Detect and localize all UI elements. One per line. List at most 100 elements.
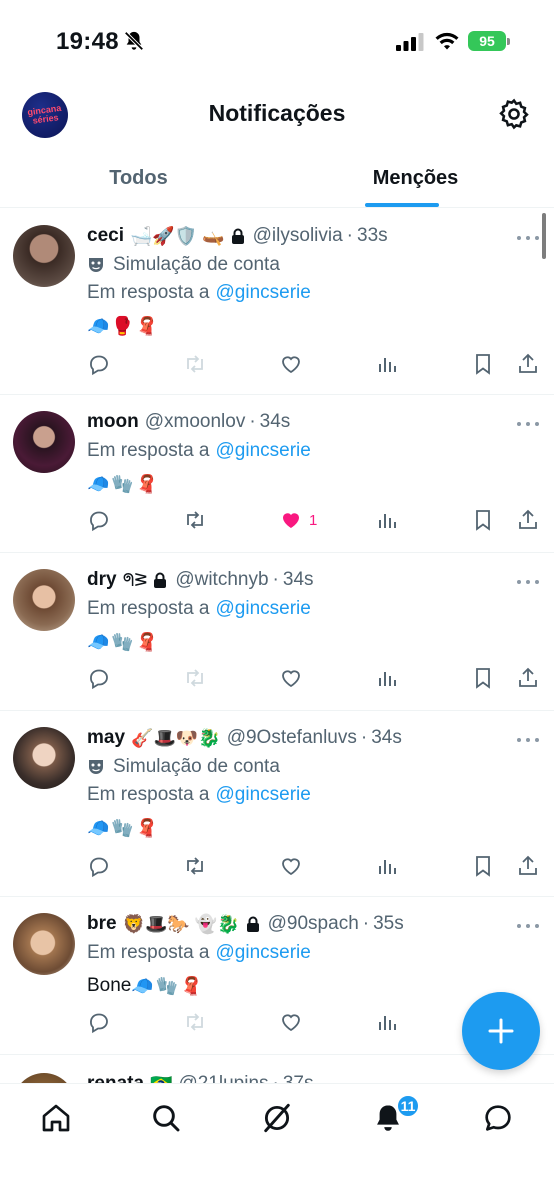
analytics-icon [379,860,396,874]
share-button[interactable] [516,851,540,881]
share-button[interactable] [516,505,540,535]
like-button[interactable]: 1 [279,505,317,535]
avatar[interactable] [13,569,75,631]
bookmark-icon [476,856,490,877]
mentions-feed[interactable]: ceci 🛁🚀🛡️ 🛶 @ilysolivia · 33s Simulação … [0,209,554,1083]
battery-level: 95 [479,33,495,49]
separator: · [346,225,353,246]
share-icon [519,667,537,687]
repost-icon [187,355,203,373]
analytics-icon [379,358,396,372]
reply-handle-link[interactable]: @gincserie [216,784,311,806]
reply-handle-link[interactable]: @gincserie [216,440,311,462]
bookmark-button[interactable] [471,663,495,693]
more-options-icon[interactable] [516,417,540,431]
name-emojis: ᖗᕒ [122,569,148,590]
share-icon [519,353,537,373]
share-button[interactable] [516,349,540,379]
like-button[interactable] [279,851,309,881]
user-handle[interactable]: @9Ostefanluvs [227,727,357,749]
reply-prefix: Em resposta a [87,942,210,963]
gear-icon[interactable] [497,97,531,131]
repost-icon [187,1013,203,1031]
repost-button[interactable] [183,505,207,535]
separator: · [249,411,256,432]
nav-grok[interactable] [257,1098,297,1138]
notification-post[interactable]: ceci 🛁🚀🛡️ 🛶 @ilysolivia · 33s Simulação … [0,209,554,395]
separator: · [362,913,370,934]
reply-button[interactable] [87,1007,111,1037]
like-button[interactable] [279,663,309,693]
battery-indicator: 95 [468,31,510,51]
views-button[interactable] [375,1007,399,1037]
heart-filled-icon [283,513,299,528]
post-content: 🧢🥊🧣 [87,315,161,336]
reply-prefix: Em resposta a [87,784,210,805]
nav-search[interactable] [146,1098,186,1138]
notification-post[interactable]: dry ᖗᕒ @witchnyb · 34s Em resposta a @gin… [0,553,554,711]
reply-button[interactable] [87,349,111,379]
views-button[interactable] [375,349,399,379]
views-button[interactable] [375,505,399,535]
avatar[interactable] [13,727,75,789]
lock-icon [246,916,259,932]
bookmark-button[interactable] [471,349,495,379]
reply-handle-link[interactable]: @gincserie [216,282,311,304]
reply-button[interactable] [87,851,111,881]
header: gincana séries Notificações [0,84,554,150]
display-name[interactable]: ceci [87,225,124,247]
views-button[interactable] [375,851,399,881]
reply-icon [90,669,108,690]
avatar[interactable] [13,411,75,473]
scrollbar[interactable] [542,213,546,259]
more-options-icon[interactable] [516,231,540,245]
reply-handle-link[interactable]: @gincserie [216,598,311,620]
user-handle[interactable]: @witchnyb [175,569,268,591]
more-options-icon[interactable] [516,575,540,589]
display-name[interactable]: renata [87,1073,144,1083]
name-emojis: 🎸🎩🐶🐉 [131,727,221,748]
bookmark-icon [476,354,490,375]
avatar[interactable] [13,913,75,975]
tab-all[interactable]: Todos [0,150,277,207]
reply-icon [90,355,108,376]
nav-home[interactable] [36,1098,76,1138]
name-emojis: 🛁🚀🛡️ 🛶 [129,225,225,246]
notification-post[interactable]: renata 🇧🇷 @21lupins · 37s [0,1055,554,1083]
repost-button [183,663,207,693]
avatar[interactable] [13,1073,75,1083]
more-options-icon[interactable] [516,733,540,747]
nav-messages[interactable] [478,1098,518,1138]
bookmark-button[interactable] [471,851,495,881]
display-name[interactable]: bre [87,913,117,935]
views-button[interactable] [375,663,399,693]
user-handle[interactable]: @xmoonlov [145,411,246,433]
notification-post[interactable]: moon @xmoonlov · 34s Em resposta a @gincs… [0,395,554,553]
user-handle[interactable]: @90spach [268,913,359,935]
like-button[interactable] [279,1007,309,1037]
reply-handle-link[interactable]: @gincserie [216,942,311,964]
post-text: Bone [87,975,132,996]
share-button[interactable] [516,663,540,693]
heart-icon [282,1014,300,1032]
avatar[interactable] [13,225,75,287]
display-name[interactable]: may [87,727,125,749]
more-options-icon[interactable] [516,919,540,933]
active-tab-indicator [365,203,439,207]
user-handle[interactable]: @21lupins [178,1073,268,1083]
like-button[interactable] [279,349,309,379]
repost-button[interactable] [183,851,207,881]
bookmark-icon [476,510,490,531]
display-name[interactable]: moon [87,411,139,433]
compose-button[interactable] [462,992,540,1070]
notification-post[interactable]: may 🎸🎩🐶🐉 @9Ostefanluvs · 34s Simulação d… [0,711,554,897]
reply-button[interactable] [87,663,111,693]
cellular-signal-icon [396,33,424,51]
user-handle[interactable]: @ilysolivia [253,225,343,247]
name-emojis: 🇧🇷 [150,1074,172,1084]
lock-icon [231,228,244,244]
display-name[interactable]: dry [87,569,117,591]
tab-mentions[interactable]: Menções [277,150,554,207]
reply-button[interactable] [87,505,111,535]
bookmark-button[interactable] [471,505,495,535]
